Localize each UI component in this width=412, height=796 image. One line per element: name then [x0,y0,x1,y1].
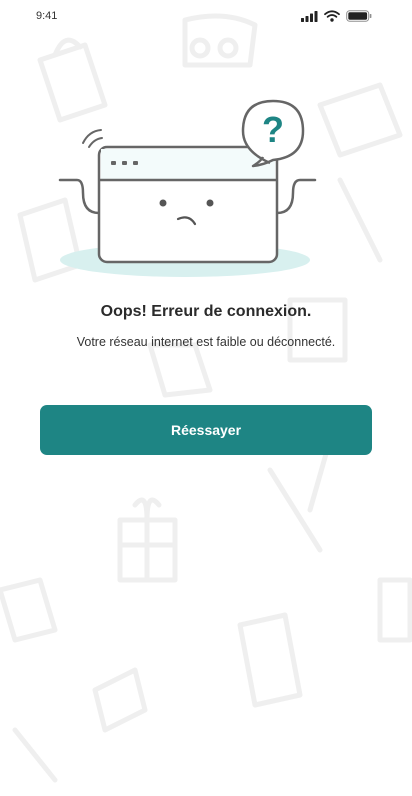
status-bar: 9:41 [0,0,412,34]
window-dots-icon [111,161,138,165]
retry-button[interactable]: Réessayer [40,405,372,455]
error-message: Votre réseau internet est faible ou déco… [76,335,336,349]
wifi-icon [324,10,340,22]
right-arm [275,178,317,215]
question-mark: ? [262,109,284,150]
left-arm [58,178,101,215]
battery-icon [346,10,372,22]
signal-icon [301,10,318,22]
status-time: 9:41 [36,10,58,22]
error-title: Oops! Erreur de connexion. [100,303,312,320]
status-icons [301,10,372,22]
motion-lines-icon [82,129,103,148]
connection-error-illustration: ? [58,99,317,277]
browser-titlebar [101,149,275,180]
